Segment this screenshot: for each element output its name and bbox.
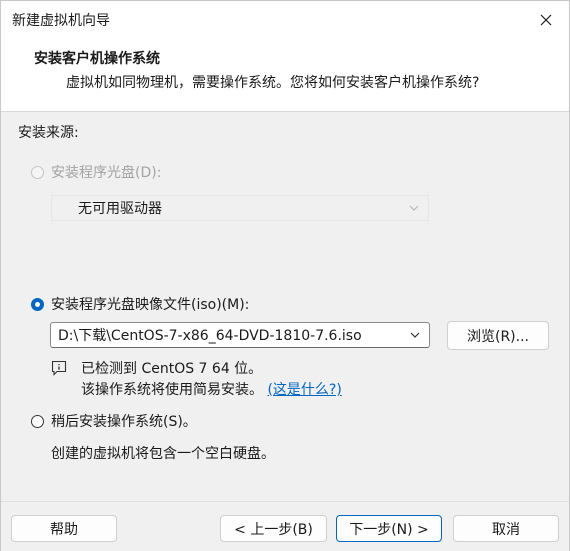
close-button[interactable] bbox=[523, 1, 569, 39]
install-later-radio[interactable] bbox=[31, 414, 44, 428]
install-later-label: 稍后安装操作系统(S)。 bbox=[51, 414, 197, 430]
iso-path-value: D:\下载\CentOS-7-x86_64-DVD-1810-7.6.iso bbox=[58, 328, 362, 344]
iso-radio[interactable] bbox=[31, 297, 44, 311]
wizard-header: 安装客户机操作系统 虚拟机如同物理机，需要操作系统。您将如何安装客户机操作系统? bbox=[1, 39, 569, 112]
disc-radio bbox=[31, 165, 44, 179]
back-button[interactable]: < 上一步(B) bbox=[220, 515, 327, 542]
os-detected-text: 已检测到 CentOS 7 64 位。 bbox=[81, 361, 263, 377]
window-title: 新建虚拟机向导 bbox=[12, 13, 110, 29]
easy-install-line: 该操作系统将使用简易安装。 (这是什么?) bbox=[81, 379, 342, 399]
cancel-button[interactable]: 取消 bbox=[453, 515, 559, 542]
disc-option: 安装程序光盘(D): bbox=[31, 162, 161, 182]
install-later-option[interactable]: 稍后安装操作系统(S)。 bbox=[31, 411, 197, 431]
what-is-this-link[interactable]: (这是什么?) bbox=[267, 382, 341, 398]
page-title: 安装客户机操作系统 bbox=[34, 51, 160, 67]
next-button[interactable]: 下一步(N) > bbox=[336, 515, 442, 542]
disc-drive-select: 无可用驱动器 bbox=[51, 195, 429, 221]
iso-option[interactable]: 安装程序光盘映像文件(iso)(M): bbox=[31, 294, 249, 314]
install-source-label: 安装来源: bbox=[18, 125, 79, 141]
easy-install-text: 该操作系统将使用简易安装。 bbox=[81, 382, 263, 398]
blank-disk-note: 创建的虚拟机将包含一个空白硬盘。 bbox=[51, 446, 275, 462]
disc-radio-label: 安装程序光盘(D): bbox=[51, 165, 162, 181]
chevron-down-icon bbox=[409, 205, 419, 211]
iso-radio-label: 安装程序光盘映像文件(iso)(M): bbox=[51, 297, 250, 313]
chevron-down-icon[interactable] bbox=[409, 330, 421, 340]
page-description: 虚拟机如同物理机，需要操作系统。您将如何安装客户机操作系统? bbox=[66, 75, 480, 91]
iso-path-combobox[interactable]: D:\下载\CentOS-7-x86_64-DVD-1810-7.6.iso bbox=[50, 322, 430, 348]
info-icon bbox=[51, 360, 67, 376]
disc-drive-value: 无可用驱动器 bbox=[78, 201, 162, 217]
close-icon bbox=[540, 14, 552, 26]
new-vm-wizard-window: 新建虚拟机向导 安装客户机操作系统 虚拟机如同物理机，需要操作系统。您将如何安装… bbox=[0, 0, 570, 551]
browse-button[interactable]: 浏览(R)... bbox=[447, 321, 549, 350]
help-button[interactable]: 帮助 bbox=[11, 515, 117, 542]
title-bar: 新建虚拟机向导 bbox=[1, 1, 569, 39]
